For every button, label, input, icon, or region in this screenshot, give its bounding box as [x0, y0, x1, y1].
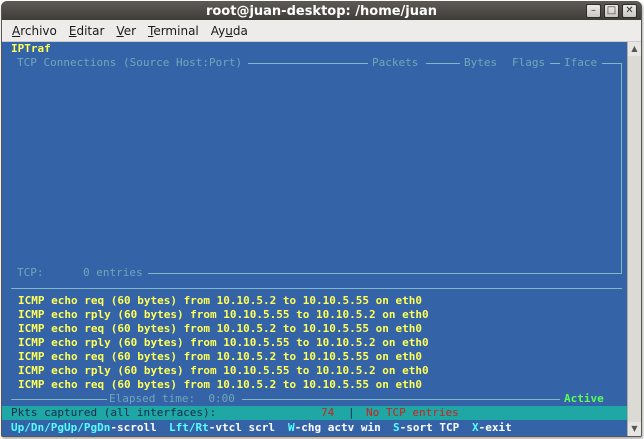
menu-terminal-label: erminal — [153, 23, 199, 38]
bytes-header: Bytes — [464, 56, 498, 69]
tcp-entry-count: 0 entries — [83, 266, 143, 279]
key-name: W — [288, 421, 295, 434]
tcp-status-divider — [148, 273, 622, 274]
menu-ayuda-label: da — [232, 23, 248, 38]
active-indicator: Active — [564, 392, 604, 405]
tcp-label: TCP: — [17, 266, 44, 279]
window-title: root@juan-desktop: /home/juan — [205, 3, 438, 19]
key-hint-vertical-scroll: Lft/Rt-vtcl scrl — [169, 421, 275, 435]
key-name: S — [393, 421, 400, 434]
header-divider — [426, 63, 460, 64]
window-controls: – □ ✕ — [586, 4, 637, 18]
app-title: IPTraf — [11, 42, 51, 55]
iface-header: Iface — [564, 56, 598, 69]
header-divider — [248, 63, 368, 64]
key-name: Up/Dn/PgUp/PgDn — [11, 421, 111, 434]
log-line: ICMP echo rply (60 bytes) from 10.10.5.5… — [18, 308, 429, 321]
menu-ver-mnemonic: V — [116, 23, 124, 38]
log-line: ICMP echo rply (60 bytes) from 10.10.5.5… — [18, 336, 429, 349]
tcp-entries-status: No TCP entries — [366, 406, 459, 419]
menu-ver-label: er — [123, 23, 137, 38]
key-hint-sort: S-sort TCP — [393, 421, 459, 435]
scroll-up-arrow-icon[interactable]: ▲ — [628, 42, 641, 56]
close-button[interactable]: ✕ — [622, 4, 637, 18]
bottom-border — [11, 399, 107, 400]
key-description: -sort TCP — [399, 421, 460, 434]
menu-terminal[interactable]: Terminal — [142, 24, 205, 38]
packets-header: Packets — [372, 56, 419, 69]
menu-ayuda-prefix: Ay — [210, 23, 226, 38]
menu-ayuda[interactable]: Ayuda — [205, 24, 254, 38]
menu-editar[interactable]: Editar — [63, 24, 111, 38]
pane-border — [621, 63, 622, 273]
key-help-bar: Up/Dn/PgUp/PgDn-scroll Lft/Rt-vtcl scrl … — [2, 420, 629, 436]
key-hint-change-window: W-chg actv win — [288, 421, 381, 435]
terminal-window: root@juan-desktop: /home/juan – □ ✕ Arch… — [1, 1, 642, 437]
title-bar[interactable]: root@juan-desktop: /home/juan – □ ✕ — [2, 2, 641, 20]
vertical-scrollbar[interactable]: ▲ ▼ — [627, 42, 641, 436]
key-description: -scroll — [110, 421, 157, 434]
menu-archivo-label: rchivo — [20, 23, 57, 38]
key-description: -exit — [478, 421, 512, 434]
menu-bar: Archivo Editar Ver Terminal Ayuda — [2, 20, 641, 42]
menu-archivo-mnemonic: A — [12, 23, 21, 38]
menu-ver[interactable]: Ver — [110, 24, 142, 38]
bottom-border — [242, 399, 560, 400]
log-line: ICMP echo req (60 bytes) from 10.10.5.2 … — [18, 350, 422, 363]
status-bar: Pkts captured (all interfaces): 74 | No … — [2, 406, 629, 420]
scroll-down-arrow-icon[interactable]: ▼ — [628, 422, 641, 436]
minimize-button[interactable]: – — [586, 4, 601, 18]
key-hint-exit: X-exit — [472, 421, 512, 435]
log-line: ICMP echo req (60 bytes) from 10.10.5.2 … — [18, 322, 422, 335]
header-divider — [602, 63, 622, 64]
menu-archivo[interactable]: Archivo — [6, 24, 63, 38]
connections-header: TCP Connections (Source Host:Port) — [17, 56, 243, 69]
key-description: -chg actv win — [294, 421, 381, 434]
menu-ayuda-mnemonic: u — [225, 23, 233, 38]
key-name: Lft/Rt — [169, 421, 209, 434]
terminal-area[interactable]: IPTraf TCP Connections (Source Host:Port… — [2, 42, 629, 436]
header-divider — [550, 63, 560, 64]
key-hint-scroll: Up/Dn/PgUp/PgDn-scroll — [11, 421, 157, 435]
status-separator: | — [348, 406, 355, 419]
packets-captured-label: Pkts captured (all interfaces): — [11, 406, 217, 419]
menu-editar-label: ditar — [76, 23, 105, 38]
log-line: ICMP echo req (60 bytes) from 10.10.5.2 … — [18, 294, 422, 307]
key-description: -vtcl scrl — [208, 421, 275, 434]
elapsed-time: Elapsed time: 0:00 — [109, 392, 235, 405]
maximize-button[interactable]: □ — [604, 4, 619, 18]
log-line: ICMP echo rply (60 bytes) from 10.10.5.5… — [18, 364, 429, 377]
key-name: X — [472, 421, 479, 434]
pane-separator — [11, 288, 622, 289]
log-line: ICMP echo req (60 bytes) from 10.10.5.2 … — [18, 378, 422, 391]
packets-captured-count: 74 — [321, 406, 335, 419]
flags-header: Flags — [512, 56, 546, 69]
